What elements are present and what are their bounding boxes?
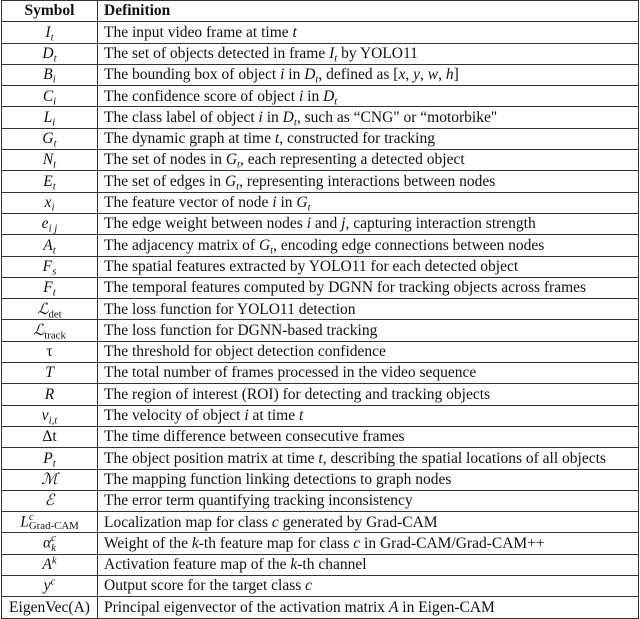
table-row: Et The set of edges in Gt, representing i… xyxy=(1,170,639,193)
symbol-cell: ℰ xyxy=(1,489,98,513)
table-row: ei j The edge weight between nodes i and … xyxy=(1,212,639,236)
symbol-cell: Nt xyxy=(1,149,98,172)
definition-cell: The set of edges in Gt, representing int… xyxy=(97,170,639,193)
definition-cell: The edge weight between nodes i and j, c… xyxy=(97,212,639,236)
symbol-cell: At xyxy=(1,234,98,257)
definition-cell: Output score for the target class c xyxy=(97,575,639,598)
definition-cell: The set of nodes in Gt, each representin… xyxy=(97,149,639,172)
symbol-cell: Δt xyxy=(1,425,98,449)
table-row: Fs The spatial features extracted by YOLO… xyxy=(1,255,639,278)
definition-cell: Principal eigenvector of the activation … xyxy=(97,596,639,619)
symbol-cell: Pt xyxy=(1,447,98,470)
table-row: Nt The set of nodes in Gt, each represent… xyxy=(1,149,639,172)
symbol-cell: EigenVec(A) xyxy=(1,596,98,619)
definition-cell: The adjacency matrix of Gt, encoding edg… xyxy=(97,234,639,257)
definition-cell: The dynamic graph at time t, constructed… xyxy=(97,127,639,151)
table-row: Ci The confidence score of object i in Dt xyxy=(1,85,639,108)
symbol-cell: Ak xyxy=(1,553,98,577)
table-row: Li The class label of object i in Dt, suc… xyxy=(1,106,639,129)
symbol-cell: T xyxy=(1,362,98,385)
definition-cell: The threshold for object detection confi… xyxy=(97,340,639,364)
table-row: At The adjacency matrix of Gt, encoding e… xyxy=(1,234,639,257)
table-row: yc Output score for the target class c xyxy=(1,575,639,598)
symbol-cell: ℒdet xyxy=(1,298,98,321)
table-row: R The region of interest (ROI) for detect… xyxy=(1,383,639,406)
symbol-cell: Gt xyxy=(1,127,98,151)
table-row: vi,t The velocity of object i at time t xyxy=(1,404,639,427)
table-row: α c k Weight of the k-th feature map for cl… xyxy=(1,532,639,555)
definition-cell: The error term quantifying tracking inco… xyxy=(97,489,639,513)
symbol-cell: It xyxy=(1,21,98,44)
table-row: Ak Activation feature map of the k-th cha… xyxy=(1,553,639,577)
symbol-cell: Li xyxy=(1,106,98,129)
table-row: EigenVec(A) Principal eigenvector of the … xyxy=(1,596,639,619)
table-row: Δt The time difference between consecutiv… xyxy=(1,425,639,449)
table-row: Ft The temporal features computed by DGNN… xyxy=(1,276,639,300)
definition-cell: The feature vector of node i in Gt xyxy=(97,191,639,214)
table-row: T The total number of frames processed in… xyxy=(1,362,639,385)
definition-cell: The velocity of object i at time t xyxy=(97,404,639,427)
definition-cell: The object position matrix at time t, de… xyxy=(97,447,639,470)
table-row: Gt The dynamic graph at time t, construct… xyxy=(1,127,639,151)
definition-cell: The time difference between consecutive … xyxy=(97,425,639,449)
definition-cell: Weight of the k-th feature map for class… xyxy=(97,532,639,555)
notation-table: Symbol Definition It The input video fram… xyxy=(1,0,639,619)
definition-cell: The loss function for YOLO11 detection xyxy=(97,298,639,321)
header-row: Symbol Definition xyxy=(1,0,639,23)
symbol-cell: ℒtrack xyxy=(1,319,98,342)
definition-column-header: Definition xyxy=(97,0,639,23)
symbol-cell: ℳ xyxy=(1,468,98,491)
symbol-cell: Dt xyxy=(1,42,98,65)
definition-cell: The loss function for DGNN-based trackin… xyxy=(97,319,639,342)
definition-cell: The region of interest (ROI) for detecti… xyxy=(97,383,639,406)
symbol-cell: Bi xyxy=(1,63,98,87)
table-row: Lc Grad-CAM Localization map for class c g… xyxy=(1,511,639,534)
table-row: xi The feature vector of node i in Gt xyxy=(1,191,639,214)
table-row: ℒdet The loss function for YOLO11 detecti… xyxy=(1,298,639,321)
definition-cell: The temporal features computed by DGNN f… xyxy=(97,276,639,300)
symbol-cell: Fs xyxy=(1,255,98,278)
symbol-cell: vi,t xyxy=(1,404,98,427)
table-row: ℳ The mapping function linking detections… xyxy=(1,468,639,491)
symbol-column-header: Symbol xyxy=(1,0,98,23)
table-body: It The input video frame at time t Dt The s… xyxy=(1,21,639,619)
symbol-cell: Ft xyxy=(1,276,98,300)
symbol-cell: yc xyxy=(1,575,98,598)
table-row: Dt The set of objects detected in frame I… xyxy=(1,42,639,65)
symbol-cell: αck xyxy=(1,532,98,555)
table-row: Pt The object position matrix at time t, … xyxy=(1,447,639,470)
table-row: ℒtrack The loss function for DGNN-based t… xyxy=(1,319,639,342)
definition-cell: The set of objects detected in frame It … xyxy=(97,42,639,65)
definition-cell: The confidence score of object i in Dt xyxy=(97,85,639,108)
definition-cell: The input video frame at time t xyxy=(97,21,639,44)
table-row: τ The threshold for object detection conf… xyxy=(1,340,639,364)
definition-cell: The class label of object i in Dt, such … xyxy=(97,106,639,129)
symbol-cell: τ xyxy=(1,340,98,364)
symbol-cell: Lc Grad-CAM xyxy=(1,511,98,534)
definition-cell: Activation feature map of the k-th chann… xyxy=(97,553,639,577)
symbol-cell: ei j xyxy=(1,212,98,236)
definition-cell: Localization map for class c generated b… xyxy=(97,511,639,534)
symbol-cell: xi xyxy=(1,191,98,214)
symbol-cell: Et xyxy=(1,170,98,193)
symbol-cell: Ci xyxy=(1,85,98,108)
definition-cell: The total number of frames processed in … xyxy=(97,362,639,385)
definition-cell: The spatial features extracted by YOLO11… xyxy=(97,255,639,278)
table-row: It The input video frame at time t xyxy=(1,21,639,44)
table-row: Bi The bounding box of object i in Dt, de… xyxy=(1,63,639,87)
table-row: ℰ The error term quantifying tracking inc… xyxy=(1,489,639,513)
definition-cell: The bounding box of object i in Dt, defi… xyxy=(97,63,639,87)
definition-cell: The mapping function linking detections … xyxy=(97,468,639,491)
symbol-cell: R xyxy=(1,383,98,406)
